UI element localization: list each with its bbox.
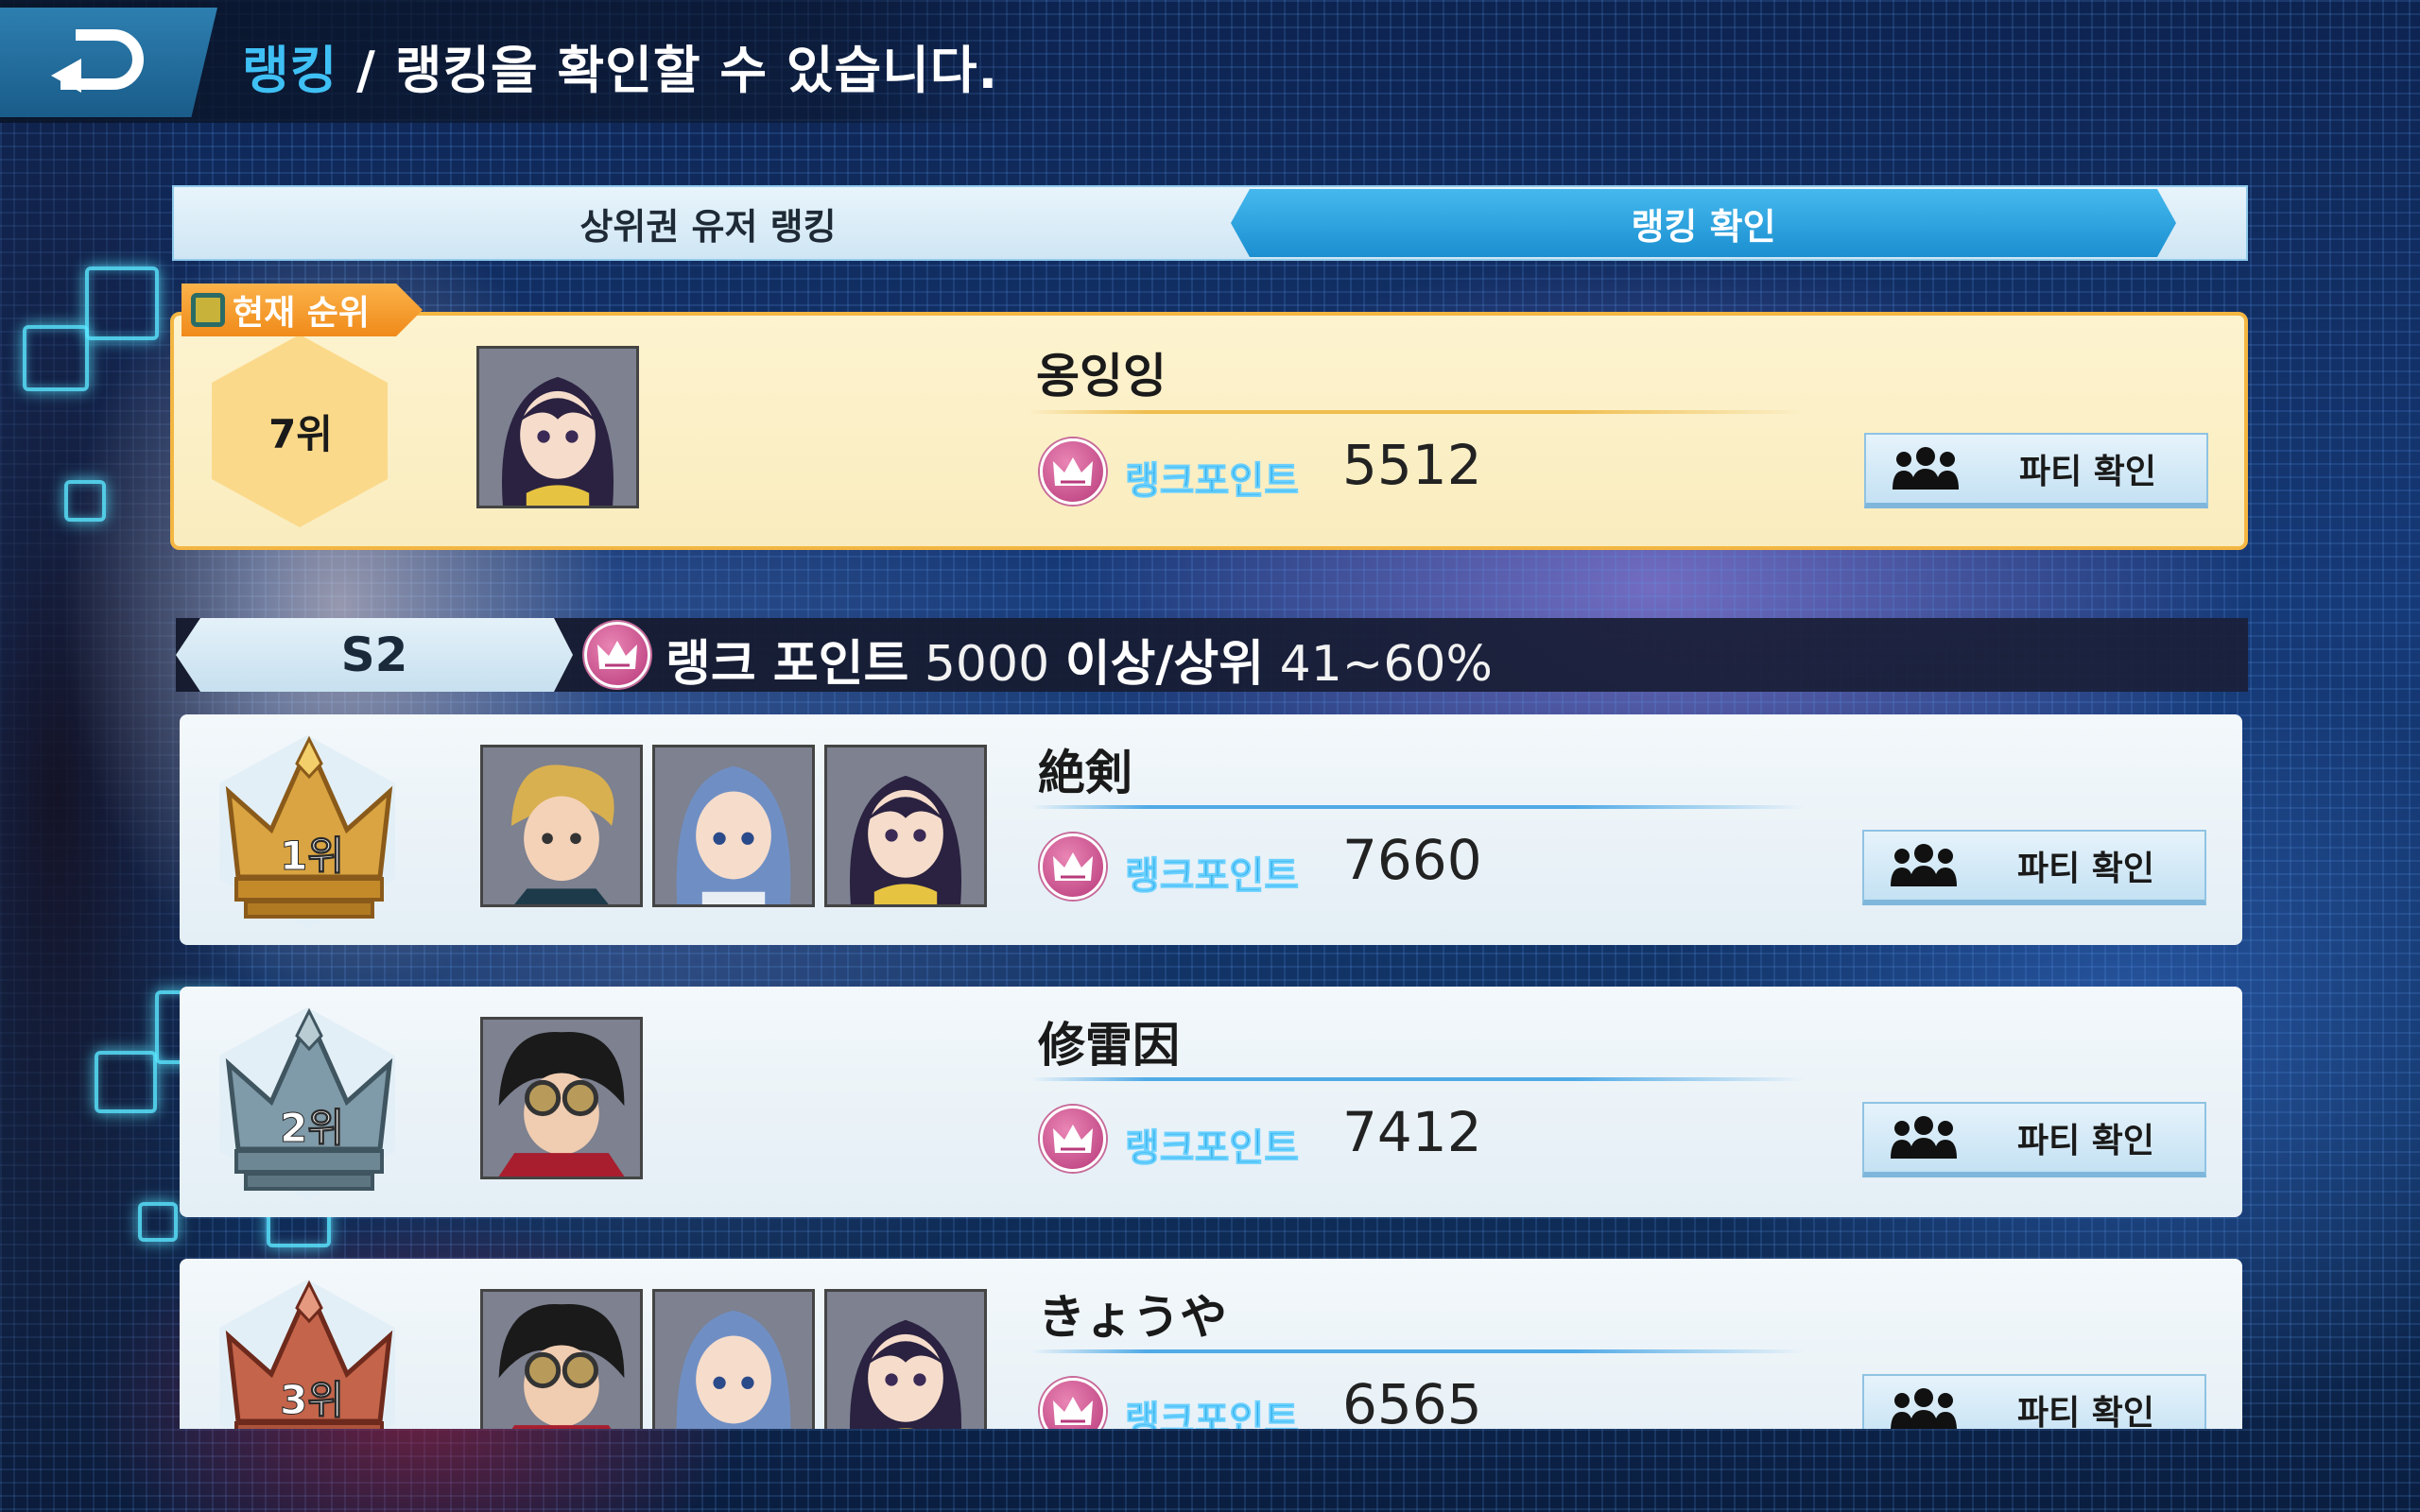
crown-icon bbox=[1040, 438, 1106, 505]
party-check-label: 파티 확인 bbox=[2017, 1122, 2155, 1160]
party-member-avatar bbox=[480, 1017, 643, 1179]
party-check-button[interactable]: 파티 확인 bbox=[1862, 1102, 2206, 1177]
rank-point-value: 5512 bbox=[1342, 433, 1482, 497]
rank-label: 1위 bbox=[280, 833, 345, 880]
player-name: 옹잉잉 bbox=[1036, 349, 1167, 404]
group-icon bbox=[1893, 447, 1959, 490]
current-rank-label: 7위 bbox=[268, 411, 333, 457]
name-underline bbox=[1030, 805, 1806, 809]
rank-label: 2위 bbox=[280, 1105, 345, 1152]
ranking-row-2: 2위 修雷因 랭크포인트 7412 파티 확인 bbox=[180, 987, 2242, 1217]
rank-point-label: 랭크포인트 bbox=[1125, 1399, 1300, 1430]
party-member-avatar bbox=[480, 745, 643, 907]
group-icon bbox=[1891, 1388, 1957, 1429]
player-name: 絶剣 bbox=[1038, 746, 1132, 800]
ranking-tabs: 상위권 유저 랭킹 랭킹 확인 bbox=[172, 185, 2248, 261]
party-check-button[interactable]: 파티 확인 bbox=[1864, 433, 2208, 508]
rank-label: 3위 bbox=[280, 1377, 345, 1424]
party-check-label: 파티 확인 bbox=[2017, 1394, 2155, 1429]
name-underline bbox=[1030, 1349, 1806, 1353]
party-check-button[interactable]: 파티 확인 bbox=[1862, 830, 2206, 905]
tier-description: 랭크 포인트 5000 이상/상위 41~60% bbox=[666, 624, 1493, 695]
player-name: 修雷因 bbox=[1038, 1018, 1180, 1073]
crown-icon bbox=[1040, 1106, 1106, 1172]
tab-ranking-check[interactable]: 랭킹 확인 bbox=[1231, 189, 2176, 257]
crown-icon bbox=[1040, 1378, 1106, 1429]
rank-point-label: 랭크포인트 bbox=[1125, 459, 1300, 504]
current-rank-card: 7위 옹잉잉 랭크포인트 5512 파티 확인 bbox=[170, 312, 2248, 550]
tier-suffix: 이상/상위 bbox=[1064, 636, 1265, 693]
party-check-label: 파티 확인 bbox=[2019, 453, 2157, 491]
page-title-accent: 랭킹 bbox=[242, 41, 338, 100]
name-underline bbox=[1030, 1077, 1806, 1081]
rank-point-label: 랭크포인트 bbox=[1125, 1126, 1300, 1171]
ranking-row-3: 3위 きょうや 랭크포인트 6565 파티 확인 bbox=[180, 1259, 2242, 1429]
party-member-avatar bbox=[824, 1289, 987, 1429]
party-member-avatar bbox=[652, 1289, 815, 1429]
rank-point-value: 7660 bbox=[1342, 828, 1482, 892]
rank-point-value: 6565 bbox=[1342, 1372, 1482, 1429]
ranking-list[interactable]: 1위 絶剣 랭크포인트 7660 파티 확인 2위 修雷因 랭크포인트 7412… bbox=[0, 699, 2420, 1429]
back-button[interactable] bbox=[0, 8, 217, 117]
tier-threshold: 5000 bbox=[924, 636, 1050, 693]
decorative-square bbox=[23, 325, 89, 391]
tier-range: 41~60% bbox=[1279, 636, 1493, 693]
party-check-label: 파티 확인 bbox=[2017, 850, 2155, 888]
tier-badge: S2 bbox=[176, 618, 573, 692]
current-rank-tag-label: 현재 순위 bbox=[233, 294, 371, 333]
tag-square-icon bbox=[191, 293, 225, 327]
ranking-row-1: 1위 絶剣 랭크포인트 7660 파티 확인 bbox=[180, 714, 2242, 945]
group-icon bbox=[1891, 1116, 1957, 1159]
crown-icon bbox=[584, 622, 650, 688]
player-name: きょうや bbox=[1038, 1290, 1227, 1345]
crown-icon bbox=[1040, 833, 1106, 900]
group-icon bbox=[1891, 844, 1957, 886]
player-avatar bbox=[476, 346, 639, 508]
tab-top-users[interactable]: 상위권 유저 랭킹 bbox=[174, 187, 1242, 259]
party-member-avatar bbox=[480, 1289, 643, 1429]
current-rank-tag: 현재 순위 bbox=[182, 284, 423, 336]
party-member-avatar bbox=[652, 745, 815, 907]
back-arrow-icon bbox=[51, 29, 144, 93]
page-title-rest: / 랭킹을 확인할 수 있습니다. bbox=[337, 41, 999, 100]
rank-point-value: 7412 bbox=[1342, 1100, 1482, 1164]
tier-rp-text: 랭크 포인트 bbox=[666, 636, 909, 693]
page-title: 랭킹 / 랭킹을 확인할 수 있습니다. bbox=[242, 28, 998, 103]
name-underline bbox=[1028, 410, 1804, 414]
rank-point-label: 랭크포인트 bbox=[1125, 854, 1300, 899]
decorative-square bbox=[64, 480, 106, 522]
party-check-button[interactable]: 파티 확인 bbox=[1862, 1374, 2206, 1429]
decorative-square bbox=[85, 266, 159, 340]
party-member-avatar bbox=[824, 745, 987, 907]
